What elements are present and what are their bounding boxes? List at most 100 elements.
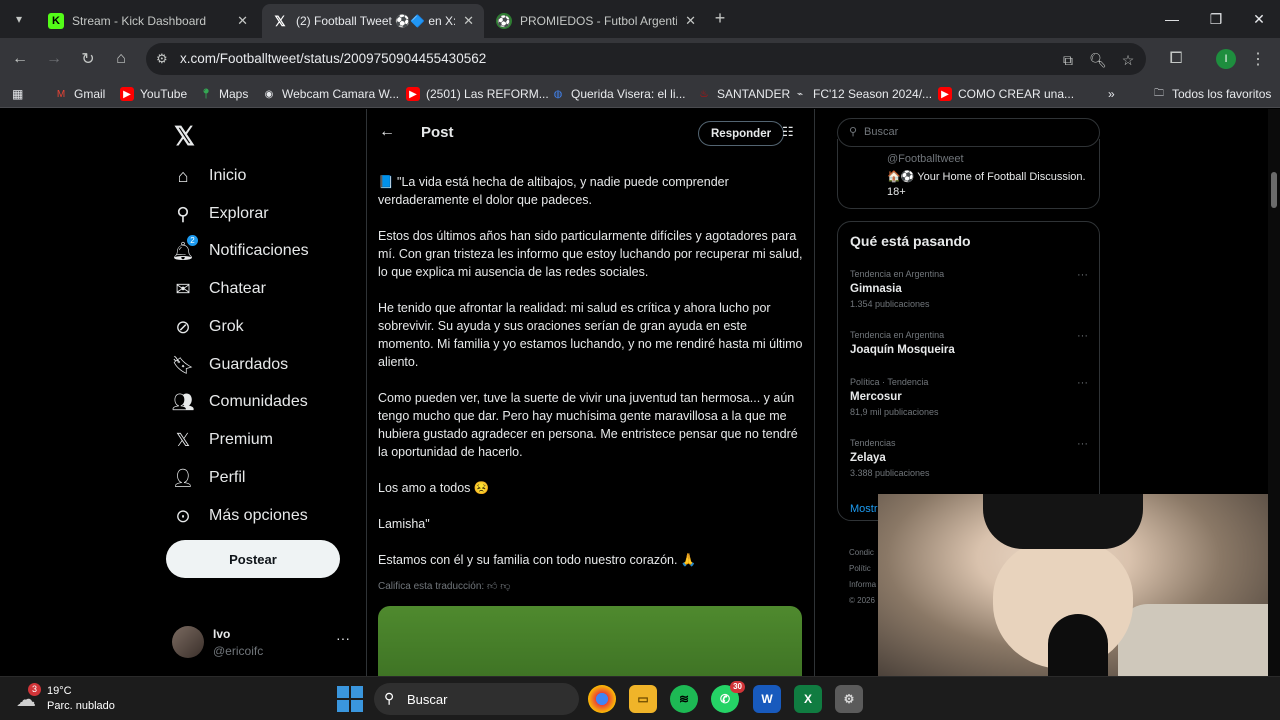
bookmark-label: Webcam Camara W... bbox=[282, 87, 400, 101]
install-app-icon[interactable]: ⧉ bbox=[1059, 51, 1077, 69]
bookmark-webcam[interactable]: ◉ Webcam Camara W... bbox=[262, 86, 400, 102]
windows-start-icon[interactable] bbox=[337, 686, 363, 712]
tab-promiedos[interactable]: ⚽ PROMIEDOS - Futbol Argentino ✕ bbox=[486, 4, 706, 38]
back-arrow-icon[interactable]: ← bbox=[379, 123, 395, 141]
nav-item-mas-opciones[interactable]: ⊙ Más opciones bbox=[172, 502, 307, 530]
bookmarks-overflow-button[interactable]: » bbox=[1108, 86, 1115, 102]
translation-label: Califica esta traducción: bbox=[378, 581, 485, 592]
temperature: 19°C bbox=[47, 685, 72, 697]
nav-item-perfil[interactable]: 👤︎ Perfil bbox=[172, 464, 246, 492]
profile-avatar[interactable]: I bbox=[1216, 49, 1236, 69]
account-card[interactable]: @Footballtweet 🏠⚽ Your Home of Football … bbox=[837, 139, 1100, 209]
spotify-icon[interactable]: ≋ bbox=[670, 685, 698, 713]
word-icon[interactable]: W bbox=[753, 685, 781, 713]
thumbs-up-icon[interactable]: 👍︎ bbox=[487, 581, 497, 592]
account-switcher[interactable]: Ivo @ericoifc ··· bbox=[172, 624, 352, 660]
nav-item-explorar[interactable]: ⚲ Explorar bbox=[172, 200, 268, 228]
close-tab-icon[interactable]: ✕ bbox=[463, 13, 474, 29]
reload-icon[interactable]: ↻ bbox=[76, 47, 100, 71]
more-dots-icon[interactable]: ··· bbox=[1077, 269, 1088, 281]
youtube-icon: ▶ bbox=[120, 87, 134, 101]
bookmark-fc12-season[interactable]: ⌁ FC'12 Season 2024/... bbox=[793, 86, 932, 102]
bookmark-youtube[interactable]: ▶ YouTube bbox=[120, 86, 187, 102]
forward-icon[interactable]: → bbox=[42, 47, 66, 71]
bookmark-star-icon[interactable]: ☆ bbox=[1119, 51, 1137, 69]
chrome-menu-icon[interactable]: ⋮ bbox=[1246, 47, 1270, 71]
maps-pin-icon: 📍︎ bbox=[199, 88, 213, 100]
trend-item[interactable]: Tendencia en Argentina Gimnasia 1.354 pu… bbox=[850, 269, 1090, 319]
nav-item-comunidades[interactable]: 👥︎ Comunidades bbox=[172, 388, 308, 416]
x-page: 𝕏 ⌂ Inicio ⚲ Explorar 🔔︎ 2 Notificaciones… bbox=[0, 109, 1280, 676]
close-tab-icon[interactable]: ✕ bbox=[685, 13, 696, 29]
bookmark-querida-visera[interactable]: ◍ Querida Visera: el li... bbox=[551, 86, 686, 102]
weather-widget[interactable]: ☁ 3 19°C Parc. nublado bbox=[16, 683, 136, 715]
bookmark-reform[interactable]: ▶ (2501) Las REFORM... bbox=[406, 86, 549, 102]
search-input[interactable]: ⚲ Buscar bbox=[837, 118, 1100, 147]
reply-button[interactable]: Responder bbox=[698, 121, 785, 146]
chrome-icon[interactable] bbox=[588, 685, 616, 713]
trend-item[interactable]: Tendencia en Argentina Joaquín Mosqueira… bbox=[850, 330, 1090, 380]
maximize-button[interactable]: ❐ bbox=[1194, 0, 1238, 38]
bookmark-label: SANTANDER bbox=[717, 87, 791, 101]
more-dots-icon[interactable]: ··· bbox=[1077, 377, 1088, 389]
settings-gear-icon[interactable]: ⚙ bbox=[835, 685, 863, 713]
close-tab-icon[interactable]: ✕ bbox=[237, 13, 248, 29]
tab-title: Stream - Kick Dashboard bbox=[72, 14, 207, 28]
post-media-image[interactable] bbox=[378, 606, 802, 676]
thumbs-down-icon[interactable]: 👎︎ bbox=[500, 581, 510, 592]
bookmark-label: Gmail bbox=[74, 87, 106, 101]
file-explorer-icon[interactable]: ▭ bbox=[629, 685, 657, 713]
new-tab-button[interactable]: + bbox=[710, 8, 730, 28]
close-window-button[interactable]: ✕ bbox=[1237, 0, 1280, 38]
footer-link[interactable]: Condic bbox=[849, 545, 876, 561]
trend-item[interactable]: Política · Tendencia Mercosur 81,9 mil p… bbox=[850, 377, 1090, 427]
taskbar-search[interactable]: ⚲ Buscar bbox=[374, 683, 579, 715]
nav-item-notificaciones[interactable]: 🔔︎ 2 Notificaciones bbox=[172, 235, 309, 265]
nav-item-inicio[interactable]: ⌂ Inicio bbox=[172, 162, 247, 190]
back-icon[interactable]: ← bbox=[8, 47, 32, 71]
nav-item-premium[interactable]: 𝕏 Premium bbox=[172, 426, 273, 454]
tab-title: PROMIEDOS - Futbol Argentino bbox=[520, 14, 678, 28]
all-bookmarks-folder[interactable]: 🗀 Todos los favoritos bbox=[1152, 86, 1271, 102]
nav-item-guardados[interactable]: 🔖︎ Guardados bbox=[172, 351, 289, 379]
whatsapp-icon[interactable]: ✆ 30 bbox=[711, 681, 745, 713]
footer-link[interactable]: Informa bbox=[849, 577, 876, 593]
apps-grid-icon[interactable]: ▦ bbox=[12, 86, 23, 102]
trend-posts: 81,9 mil publicaciones bbox=[850, 407, 939, 417]
excel-icon[interactable]: X bbox=[794, 685, 822, 713]
extensions-icon[interactable]: ⧠ bbox=[1164, 47, 1188, 71]
minimize-button[interactable]: — bbox=[1150, 0, 1194, 38]
left-sidebar: 𝕏 ⌂ Inicio ⚲ Explorar 🔔︎ 2 Notificaciones… bbox=[160, 109, 360, 676]
scrollbar-thumb[interactable] bbox=[1271, 172, 1277, 208]
x-premium-icon: 𝕏 bbox=[175, 429, 191, 450]
post-button[interactable]: Postear bbox=[166, 540, 340, 578]
bookmark-gmail[interactable]: M Gmail bbox=[54, 86, 106, 102]
grok-icon: ⊘ bbox=[175, 316, 191, 337]
more-dots-icon[interactable]: ··· bbox=[336, 630, 350, 646]
bookmark-santander[interactable]: ♨ SANTANDER bbox=[697, 86, 791, 102]
gmail-icon: M bbox=[56, 88, 66, 100]
bookmark-maps[interactable]: 📍︎ Maps bbox=[199, 86, 249, 102]
more-dots-icon[interactable]: ··· bbox=[1077, 330, 1088, 342]
nav-item-grok[interactable]: ⊘ Grok bbox=[172, 313, 244, 341]
home-icon[interactable]: ⌂ bbox=[109, 47, 133, 71]
url-text[interactable]: x.com/Footballtweet/status/2009750904455… bbox=[180, 51, 486, 66]
nav-item-chatear[interactable]: ✉ Chatear bbox=[172, 275, 265, 303]
bookmark-como-crear[interactable]: ▶ COMO CREAR una... bbox=[938, 86, 1074, 102]
page-scrollbar[interactable] bbox=[1268, 109, 1280, 676]
tab-search-icon[interactable]: ▾ bbox=[8, 8, 30, 30]
trend-item[interactable]: Tendencias Zelaya 3.388 publicaciones ··… bbox=[850, 438, 1090, 488]
address-bar[interactable]: ⚙ x.com/Footballtweet/status/20097509044… bbox=[146, 43, 1146, 75]
tab-kick-dashboard[interactable]: K Stream - Kick Dashboard ✕ bbox=[38, 4, 258, 38]
more-dots-icon[interactable]: ··· bbox=[1077, 438, 1088, 450]
post-paragraph: Lamisha" bbox=[378, 517, 430, 531]
nav-label: Grok bbox=[209, 318, 244, 335]
nav-label: Inicio bbox=[209, 167, 247, 184]
show-more-link[interactable]: Mostr bbox=[850, 503, 878, 515]
settings-sliders-icon[interactable]: ☷ bbox=[782, 124, 794, 140]
footer-link[interactable]: Polític bbox=[849, 561, 876, 577]
site-info-icon[interactable]: ⚙ bbox=[156, 51, 172, 67]
zoom-icon[interactable]: 🔍︎ bbox=[1089, 51, 1107, 69]
x-logo-icon[interactable]: 𝕏 bbox=[174, 121, 195, 152]
tab-football-tweet[interactable]: 𝕏 (2) Football Tweet ⚽🔷 en X: " ✕ bbox=[262, 4, 484, 38]
